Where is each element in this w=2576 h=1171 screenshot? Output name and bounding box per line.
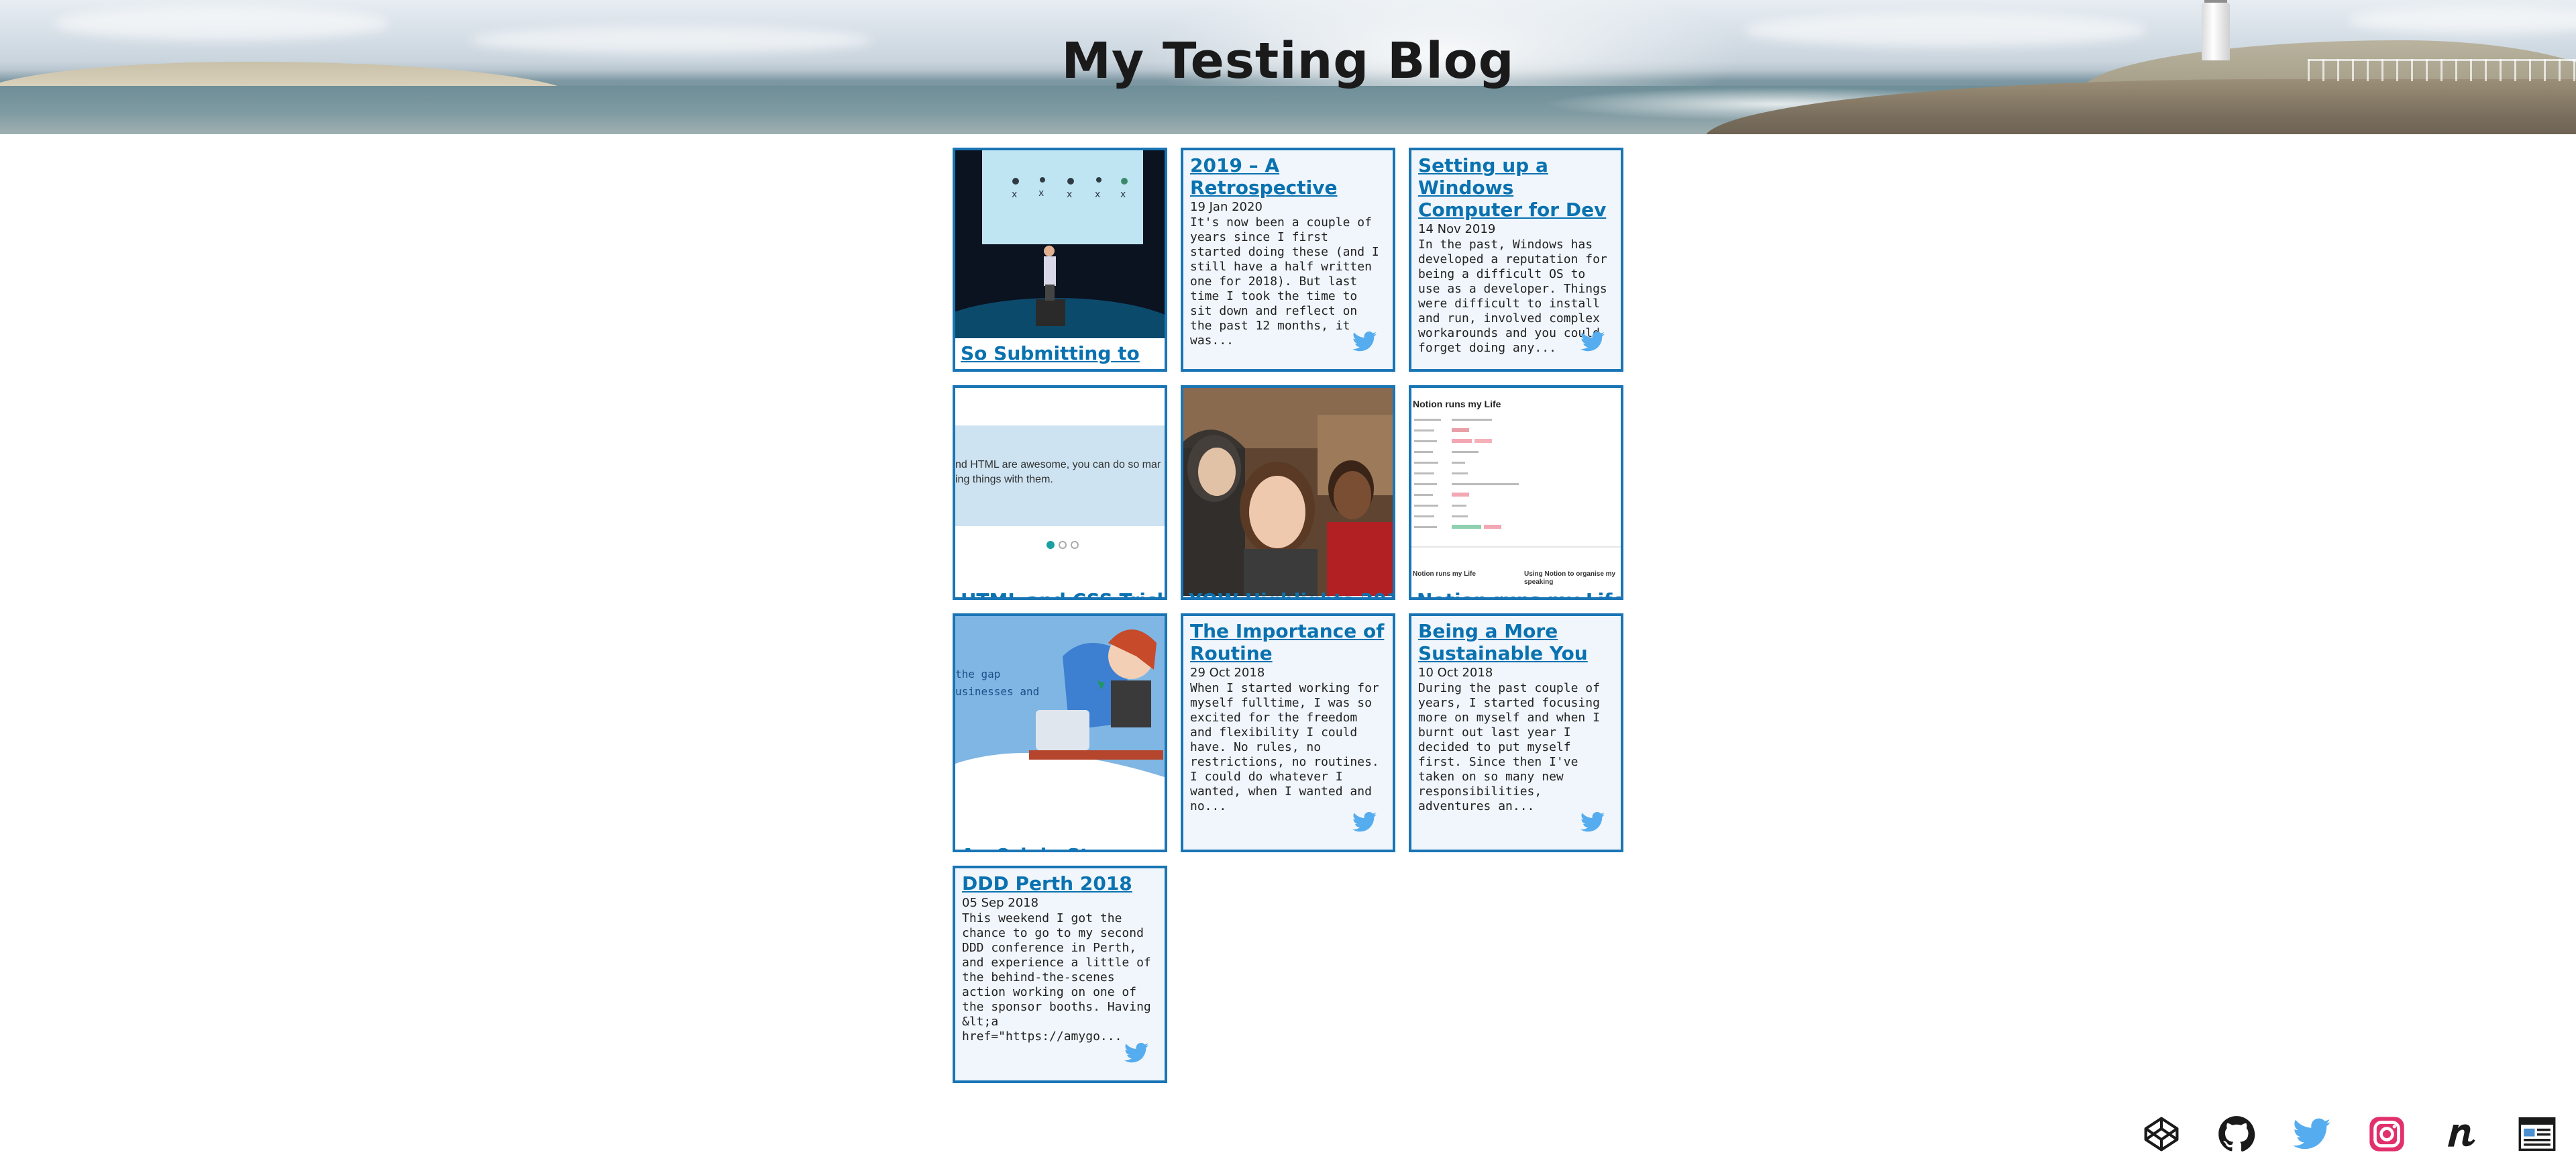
post-image: the gap usinesses and (955, 616, 1165, 817)
twitter-share-icon[interactable] (1580, 332, 1605, 352)
post-title[interactable]: An Origin Story (961, 844, 1124, 850)
header-banner: My Testing Blog (0, 0, 2576, 134)
browser-window-icon[interactable] (2518, 1115, 2556, 1153)
svg-text:x: x (1095, 189, 1100, 200)
post-image (1183, 388, 1393, 596)
post-title-link[interactable]: 2019 – A Retrospective (1190, 154, 1386, 199)
post-card[interactable]: x x x x x So Submitting to (953, 148, 1167, 372)
post-excerpt: It's now been a couple of years since I … (1190, 215, 1379, 348)
post-excerpt: When I started working for myself fullti… (1190, 681, 1379, 813)
post-title[interactable]: HTML and CSS Tricks (961, 589, 1165, 597)
post-card[interactable]: DDD Perth 2018 05 Sep 2018 This weekend … (953, 866, 1167, 1083)
twitter-share-icon[interactable] (1352, 812, 1377, 832)
post-card[interactable]: 2019 – A Retrospective 19 Jan 2020 It's … (1181, 148, 1395, 372)
twitter-icon[interactable] (2293, 1115, 2330, 1153)
post-title-link[interactable]: The Importance of Routine (1190, 620, 1386, 664)
post-excerpt: This weekend I got the chance to go to m… (962, 911, 1151, 1043)
post-image: xxxxx (955, 150, 1165, 338)
twitter-share-icon[interactable] (1124, 1043, 1148, 1063)
post-card[interactable]: nd HTML are awesome, you can do so mar i… (953, 385, 1167, 600)
post-title[interactable]: Notion runs my Life (1417, 589, 1621, 597)
svg-text:x: x (1038, 188, 1044, 199)
svg-text:x: x (1120, 189, 1126, 200)
post-date: 29 Oct 2018 (1190, 666, 1265, 680)
post-title-link[interactable]: Setting up a Windows Computer for Dev (1418, 154, 1614, 221)
post-date: 14 Nov 2019 (1418, 222, 1496, 236)
post-image: nd HTML are awesome, you can do so mar i… (955, 388, 1165, 596)
instagram-icon[interactable] (2368, 1115, 2406, 1153)
post-title[interactable]: So Submitting to (961, 342, 1140, 364)
post-excerpt: During the past couple of years, I start… (1418, 681, 1600, 813)
post-date: 19 Jan 2020 (1190, 200, 1263, 214)
post-card[interactable]: Being a More Sustainable You 10 Oct 2018… (1409, 613, 1623, 852)
post-card[interactable]: Setting up a Windows Computer for Dev 14… (1409, 148, 1623, 372)
notist-icon[interactable] (2443, 1115, 2481, 1153)
twitter-share-icon[interactable] (1352, 332, 1377, 352)
svg-text:x: x (1067, 189, 1072, 200)
github-icon[interactable] (2218, 1115, 2255, 1153)
post-card[interactable]: The Importance of Routine 29 Oct 2018 Wh… (1181, 613, 1395, 852)
twitter-share-icon[interactable] (1580, 812, 1605, 832)
site-title[interactable]: My Testing Blog (0, 32, 2576, 90)
svg-text:x: x (1012, 189, 1017, 200)
post-date: 10 Oct 2018 (1418, 666, 1493, 680)
post-card[interactable]: Notion runs my Life Notion runs my Life … (1409, 385, 1623, 600)
post-card[interactable]: YOW Highlights 2018 (1181, 385, 1395, 600)
post-title-link[interactable]: DDD Perth 2018 (962, 872, 1158, 895)
codepen-icon[interactable] (2143, 1115, 2180, 1153)
post-date: 05 Sep 2018 (962, 896, 1039, 910)
post-image: Notion runs my Life Notion runs my Life … (1411, 388, 1621, 596)
post-title-link[interactable]: Being a More Sustainable You (1418, 620, 1614, 664)
post-title[interactable]: YOW Highlights 2018 (1189, 589, 1393, 597)
post-card[interactable]: the gap usinesses and An Origin Story (953, 613, 1167, 852)
